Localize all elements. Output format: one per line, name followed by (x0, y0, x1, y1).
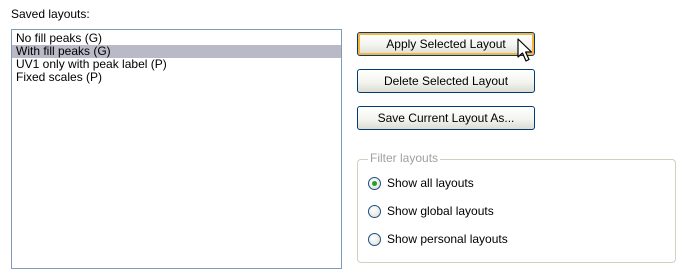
delete-selected-layout-button[interactable]: Delete Selected Layout (357, 69, 535, 93)
radio-label: Show all layouts (387, 176, 474, 190)
radio-show-global-layouts[interactable]: Show global layouts (368, 203, 494, 219)
radio-show-all-layouts[interactable]: Show all layouts (368, 175, 474, 191)
apply-selected-layout-button[interactable]: Apply Selected Layout (357, 32, 535, 56)
mouse-pointer-icon (517, 38, 533, 62)
save-current-layout-as-button[interactable]: Save Current Layout As... (357, 106, 535, 130)
radio-button-icon[interactable] (368, 204, 381, 218)
radio-button-icon[interactable] (368, 232, 381, 246)
saved-layouts-listbox[interactable]: No fill peaks (G) With fill peaks (G) UV… (11, 29, 342, 269)
saved-layouts-label: Saved layouts: (11, 7, 90, 21)
radio-show-personal-layouts[interactable]: Show personal layouts (368, 231, 508, 247)
list-item[interactable]: Fixed scales (P) (12, 71, 341, 84)
filter-layouts-legend: Filter layouts (368, 151, 441, 165)
radio-label: Show global layouts (387, 204, 494, 218)
radio-button-checked-icon[interactable] (368, 176, 381, 190)
radio-dot (372, 180, 377, 186)
radio-label: Show personal layouts (387, 232, 508, 246)
